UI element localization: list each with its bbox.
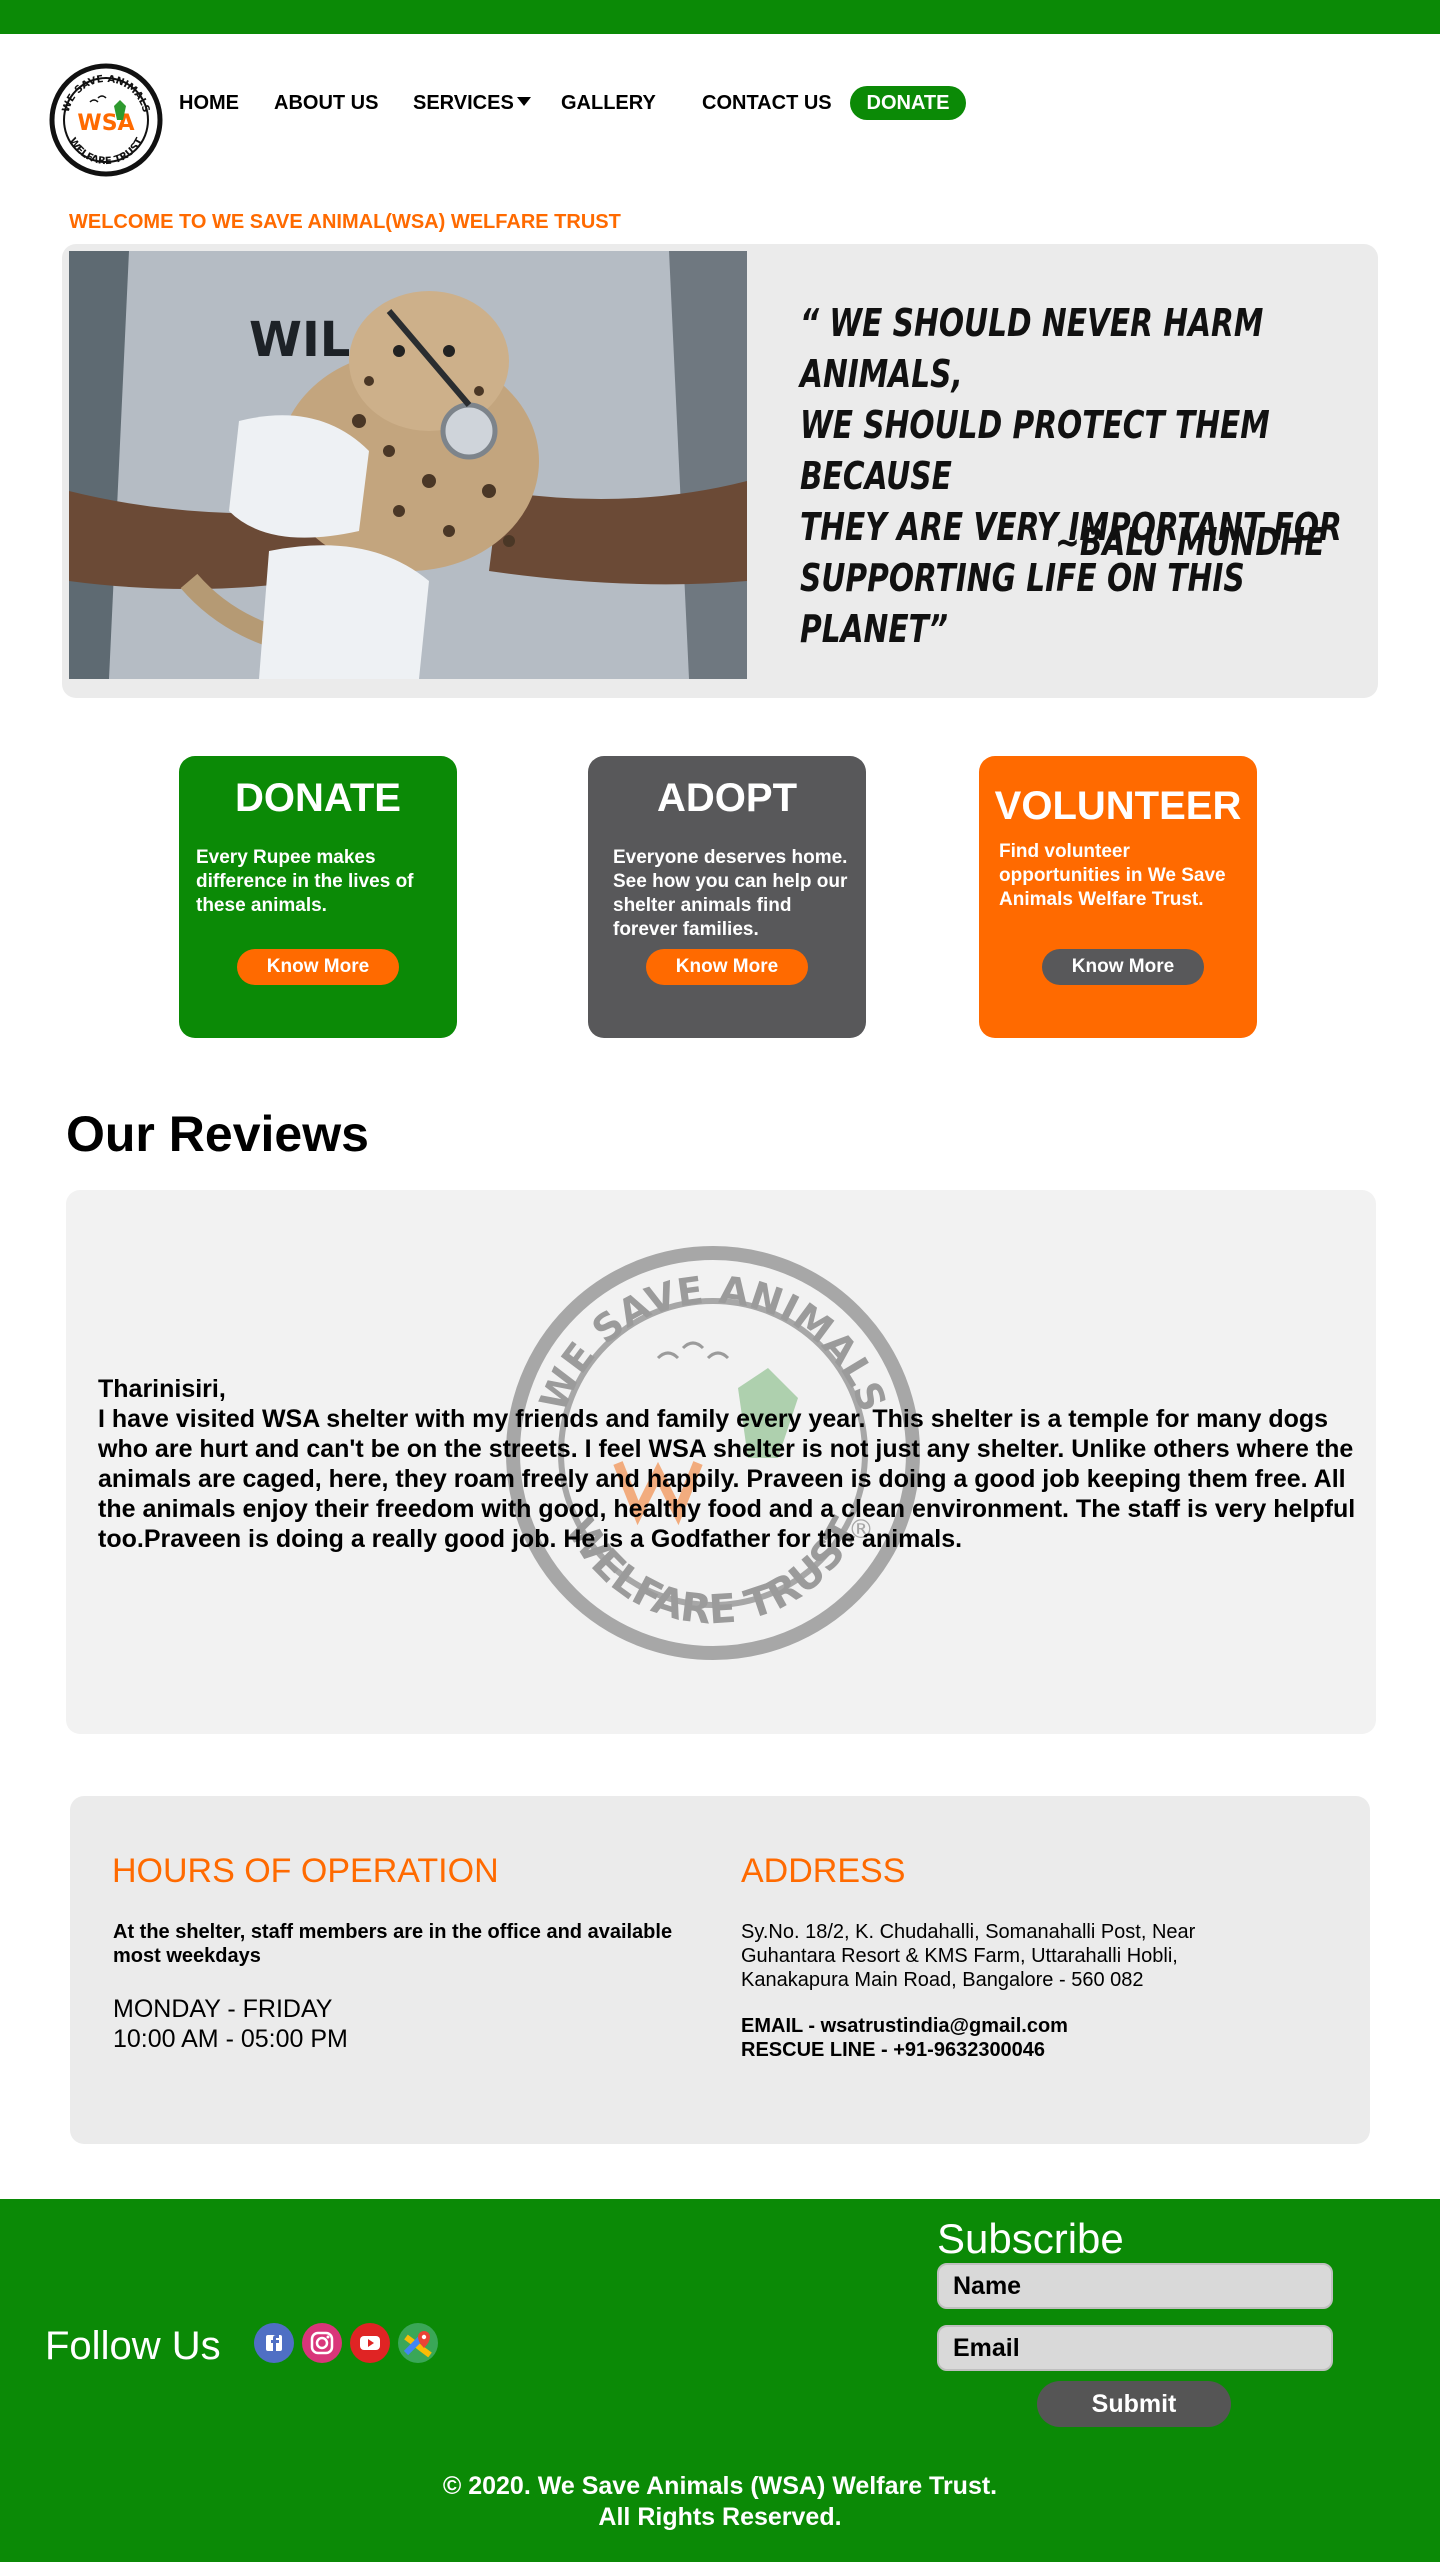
subscribe-heading: Subscribe (937, 2215, 1124, 2262)
card-title: ADOPT (657, 776, 797, 820)
maps-icon[interactable] (398, 2323, 438, 2363)
svg-text:WIL: WIL (249, 312, 350, 368)
nav-home[interactable]: HOME (179, 86, 239, 120)
card-text: Find volunteer opportunities in We Save … (999, 841, 1226, 910)
card-text: Every Rupee makes difference in the live… (196, 847, 414, 916)
nav-about-us[interactable]: ABOUT US (274, 86, 378, 120)
hero-quote: “ WE SHOULD NEVER HARM ANIMALS, WE SHOUL… (800, 298, 1362, 655)
donate-card: DONATE Every Rupee makes difference in t… (179, 756, 457, 1038)
address-heading: ADDRESS (741, 1852, 906, 1890)
hours-note: At the shelter, staff members are in the… (113, 1921, 673, 1967)
facebook-icon[interactable] (254, 2323, 294, 2363)
quote-line: WE SHOULD PROTECT THEM BECAUSE (800, 403, 1270, 498)
volunteer-card: VOLUNTEER Find volunteer opportunities i… (979, 756, 1257, 1038)
review-text: I have visited WSA shelter with my frien… (98, 1405, 1356, 1553)
quote-author: ~BALU MUNDHE (1055, 520, 1326, 564)
nav-contact-us[interactable]: CONTACT US (702, 86, 832, 120)
hero-photo: WIL (69, 251, 747, 679)
reviews-panel: WE SAVE ANIMALS WELFARE TRUST ® Tharinis… (66, 1190, 1376, 1734)
main-nav: HOME ABOUT US SERVICES GALLERY CONTACT U… (0, 86, 1440, 120)
quote-line: SUPPORTING LIFE ON THIS PLANET” (800, 556, 1245, 651)
address-text: Sy.No. 18/2, K. Chudahalli, Somanahalli … (741, 1921, 1196, 1991)
review-body: Tharinisiri, I have visited WSA shelter … (98, 1374, 1360, 1554)
submit-button[interactable]: Submit (1037, 2381, 1231, 2427)
hours-time: 10:00 AM - 05:00 PM (113, 2025, 348, 2053)
card-title: DONATE (235, 776, 401, 820)
instagram-icon[interactable] (302, 2323, 342, 2363)
nav-donate-button[interactable]: DONATE (850, 86, 966, 120)
top-bar (0, 0, 1440, 34)
info-panel: HOURS OF OPERATION At the shelter, staff… (70, 1796, 1370, 2144)
card-title: VOLUNTEER (994, 784, 1242, 828)
hours-days: MONDAY - FRIDAY (113, 1995, 333, 2023)
footer: Follow Us Subscribe Name Email Submit © … (0, 2199, 1440, 2562)
follow-us-label: Follow Us (45, 2324, 221, 2368)
nav-services[interactable]: SERVICES (413, 86, 531, 120)
welcome-heading: WELCOME TO WE SAVE ANIMAL(WSA) WELFARE T… (69, 211, 621, 233)
adopt-card: ADOPT Everyone deserves home. See how yo… (588, 756, 866, 1038)
donate-know-more-button[interactable]: Know More (237, 949, 399, 985)
copyright-line: All Rights Reserved. (598, 2503, 842, 2531)
copyright-line: © 2020. We Save Animals (WSA) Welfare Tr… (442, 2472, 998, 2500)
nav-gallery[interactable]: GALLERY (561, 86, 656, 120)
wsa-logo[interactable]: WE SAVE ANIMALS WELFARE TRUST WSA (48, 62, 164, 178)
address-rescue-line[interactable]: RESCUE LINE - +91-9632300046 (741, 2038, 1045, 2062)
caret-down-icon (516, 97, 531, 106)
quote-line: “ WE SHOULD NEVER HARM ANIMALS, (800, 301, 1264, 396)
nav-services-label: SERVICES (413, 92, 514, 114)
address-email[interactable]: EMAIL - wsatrustindia@gmail.com (741, 2014, 1068, 2038)
name-input[interactable]: Name (937, 2263, 1333, 2309)
reviews-heading: Our Reviews (66, 1106, 369, 1162)
copyright: © 2020. We Save Animals (WSA) Welfare Tr… (0, 2471, 1440, 2533)
adopt-know-more-button[interactable]: Know More (646, 949, 808, 985)
review-author: Tharinisiri, (98, 1375, 226, 1403)
volunteer-know-more-button[interactable]: Know More (1042, 949, 1204, 985)
card-text: Everyone deserves home. See how you can … (613, 847, 848, 940)
hours-heading: HOURS OF OPERATION (112, 1852, 499, 1890)
email-input[interactable]: Email (937, 2325, 1333, 2371)
youtube-icon[interactable] (350, 2323, 390, 2363)
